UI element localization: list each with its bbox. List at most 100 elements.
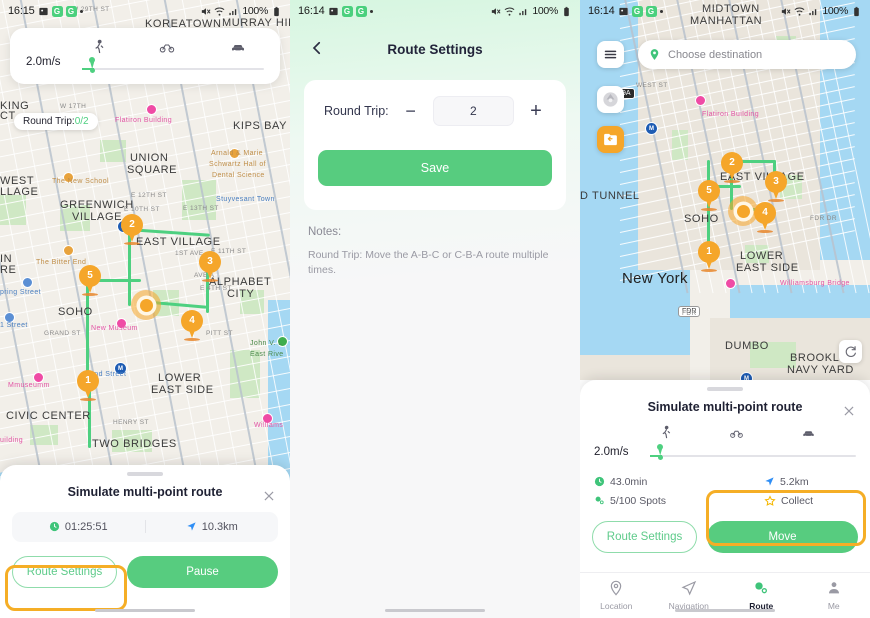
clock-icon xyxy=(49,521,59,532)
subway-station-icon: M xyxy=(740,372,753,380)
speed-control-card[interactable]: 2.0m/s xyxy=(10,28,280,84)
map-landmass xyxy=(580,355,690,380)
car-icon[interactable] xyxy=(229,39,247,55)
refresh-icon xyxy=(845,345,856,357)
pause-button[interactable]: Pause xyxy=(127,555,278,588)
notes-body: Round Trip: Move the A-B-C or C-B-A rout… xyxy=(308,249,549,276)
battery-percent: 100% xyxy=(242,5,268,17)
decrement-button[interactable]: − xyxy=(401,101,421,122)
map-label: FDR DR xyxy=(810,215,837,222)
home-indicator xyxy=(385,608,485,612)
route-waypoint-pin[interactable]: 3 xyxy=(199,251,221,282)
route-icon xyxy=(753,580,769,598)
stats-line-2: 5/100 Spots Collect xyxy=(594,495,856,507)
close-icon[interactable] xyxy=(842,404,856,418)
bike-icon[interactable] xyxy=(728,426,745,440)
sheet-grabber[interactable] xyxy=(707,387,743,391)
app-badge-g: G xyxy=(645,5,657,17)
speed-slider-knob[interactable] xyxy=(87,55,97,73)
sheet-actions-3: Route Settings Move xyxy=(580,520,870,553)
destination-search-bar[interactable]: Choose destination xyxy=(638,40,856,69)
close-icon[interactable] xyxy=(262,489,276,503)
route-waypoint-pin[interactable]: 2 xyxy=(121,214,143,245)
duration-stat: 43.0min xyxy=(594,476,764,488)
map-poi-icon xyxy=(22,277,33,288)
increment-button[interactable]: + xyxy=(526,100,546,123)
page-title: Route Settings xyxy=(387,41,483,57)
status-bar-1: 16:15 G G 100% xyxy=(0,0,290,22)
map-label: BROOKL xyxy=(790,352,840,364)
round-trip-badge-value: 0/2 xyxy=(74,116,89,127)
route-settings-button[interactable]: Route Settings xyxy=(592,520,697,553)
map-label: E 13TH ST xyxy=(183,205,219,212)
bike-icon[interactable] xyxy=(158,39,176,55)
route-waypoint-pin[interactable]: 1 xyxy=(77,370,99,401)
distance-value: 10.3km xyxy=(201,520,238,533)
import-folder-button[interactable] xyxy=(597,126,624,153)
speed-slider-track[interactable] xyxy=(650,454,856,457)
battery-icon xyxy=(274,6,279,16)
map-label: LOWER xyxy=(158,372,202,384)
app-badge-g: G xyxy=(51,5,63,17)
round-trip-settings-card: Round Trip: − 2 + Save xyxy=(304,80,566,210)
map-label: Williamsburg Bridge xyxy=(780,280,850,287)
save-button[interactable]: Save xyxy=(318,150,552,186)
back-chevron-icon[interactable] xyxy=(308,36,326,60)
walk-icon[interactable] xyxy=(90,39,108,55)
route-waypoint-pin[interactable]: 3 xyxy=(765,171,787,202)
map-label: DUMBO xyxy=(725,340,769,352)
speed-slider-knob[interactable] xyxy=(655,441,665,460)
map-label: SOHO xyxy=(58,306,93,318)
star-icon xyxy=(764,494,776,506)
app-badge-g: G xyxy=(631,5,643,17)
navigation-arrow-icon xyxy=(187,522,196,531)
map-label: 1 Street xyxy=(0,322,28,329)
route-waypoint-pin[interactable]: 5 xyxy=(698,180,720,211)
menu-button[interactable] xyxy=(597,41,624,68)
round-trip-input[interactable]: 2 xyxy=(432,96,514,126)
route-waypoint-pin[interactable]: 1 xyxy=(698,241,720,272)
route-waypoint-pin[interactable]: 5 xyxy=(79,265,101,296)
battery-percent: 100% xyxy=(532,5,558,17)
mute-icon xyxy=(492,7,501,15)
recenter-button[interactable] xyxy=(839,340,862,363)
move-button[interactable]: Move xyxy=(707,520,858,553)
map-label: John V. L xyxy=(250,340,283,347)
route-waypoint-pin[interactable]: 4 xyxy=(181,310,203,341)
status-time: 16:15 xyxy=(8,5,35,17)
joystick-icon xyxy=(603,92,618,107)
route-waypoint-pin[interactable]: 2 xyxy=(721,152,743,183)
route-settings-button[interactable]: Route Settings xyxy=(12,555,117,588)
folder-import-icon xyxy=(604,133,617,146)
signal-icon xyxy=(809,8,817,15)
car-icon[interactable] xyxy=(800,426,817,440)
map-label: WEST ST xyxy=(636,82,668,89)
map-label: UNION xyxy=(130,152,169,164)
stats-line-1: 43.0min 5.2km xyxy=(594,476,856,488)
speed-slider-track[interactable] xyxy=(82,68,264,70)
map-poi-icon xyxy=(146,104,157,115)
sheet-grabber[interactable] xyxy=(127,472,163,476)
collect-label: Collect xyxy=(781,494,814,507)
map-label: FDR xyxy=(682,310,697,317)
distance-value: 5.2km xyxy=(780,475,809,488)
walk-icon[interactable] xyxy=(658,425,674,440)
speed-control-row[interactable]: 2.0m/s xyxy=(580,422,870,468)
dot-icon xyxy=(659,9,663,13)
map-label: SOHO xyxy=(684,213,719,225)
route-stats-strip: 01:25:51 10.3km xyxy=(12,511,278,542)
screen-route-preview: MMM9AFDRFDR MIDTOWNMANHATTANFlatiron Bui… xyxy=(580,0,870,618)
map-label: CIVIC CENTER xyxy=(6,410,91,422)
status-bar-2: 16:14 G G 100% xyxy=(290,0,580,22)
tab-location[interactable]: Location xyxy=(580,573,653,618)
collect-action[interactable]: Collect xyxy=(764,495,856,507)
map-label: Stuyvesant Town xyxy=(216,196,275,203)
joystick-button[interactable] xyxy=(597,86,624,113)
battery-percent: 100% xyxy=(822,5,848,17)
map-label: EAST VILLAGE xyxy=(136,236,221,248)
dot-icon xyxy=(369,9,373,13)
map-label: EAST SIDE xyxy=(151,384,214,396)
page-header: Route Settings xyxy=(290,32,580,66)
route-stats-3: 43.0min 5.2km 5/100 Spots Collect xyxy=(594,476,856,507)
tab-me[interactable]: Me xyxy=(798,573,870,618)
